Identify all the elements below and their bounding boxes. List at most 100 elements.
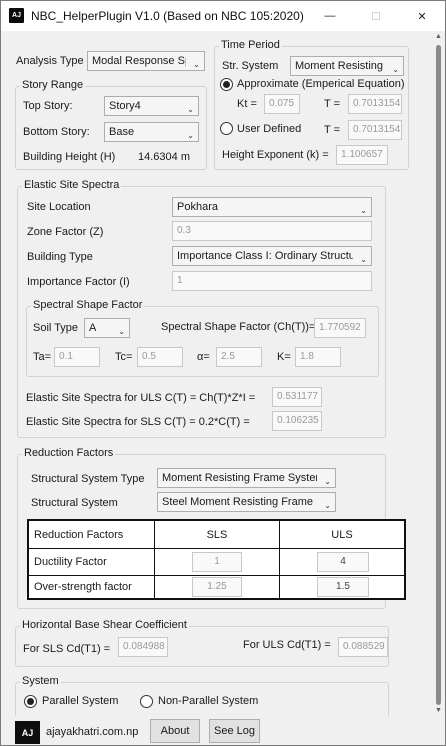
uls-spectra-field[interactable]: 0.531177: [272, 387, 322, 407]
building-height-label: Building Height (H): [23, 151, 116, 163]
user-defined-label: User Defined: [237, 123, 302, 135]
parallel-system-radio[interactable]: [24, 695, 37, 708]
kt-field[interactable]: 0.075: [264, 94, 300, 114]
analysis-type-dropdown[interactable]: Modal Response Sp ⌄: [87, 51, 205, 71]
uls-cd-field[interactable]: 0.088529: [338, 637, 388, 657]
scrollbar-thumb[interactable]: [436, 45, 441, 705]
importance-factor-field[interactable]: 1: [172, 271, 372, 291]
k-label: K=: [277, 351, 291, 363]
main-window: AJ NBC_HelperPlugin V1.0 (Based on NBC 1…: [0, 0, 446, 746]
zone-factor-field[interactable]: 0.3: [172, 221, 372, 241]
structural-system-type-label: Structural System Type: [31, 473, 145, 485]
author-website[interactable]: ajayakhatri.com.np: [46, 726, 138, 738]
non-parallel-system-label: Non-Parallel System: [158, 695, 259, 707]
table-row-label: Ductility Factor: [29, 549, 155, 576]
chevron-down-icon: ⌄: [187, 131, 194, 140]
top-story-label: Top Story:: [23, 100, 73, 112]
importance-factor-label: Importance Factor (I): [27, 276, 130, 288]
building-type-dropdown[interactable]: Importance Class I: Ordinary Structu ⌄: [172, 246, 372, 266]
bottom-story-dropdown[interactable]: Base ⌄: [104, 122, 199, 142]
height-exponent-label: Height Exponent (k) =: [222, 149, 329, 161]
t-field-user[interactable]: 0.7013154: [348, 120, 402, 140]
analysis-type-label: Analysis Type: [16, 55, 84, 67]
table-header-cell: Reduction Factors: [29, 521, 155, 549]
site-location-dropdown[interactable]: Pokhara ⌄: [172, 197, 372, 217]
kt-label: Kt =: [237, 98, 257, 110]
approximate-radio[interactable]: [220, 78, 233, 91]
reduction-factors-table: Reduction Factors SLS ULS Ductility Fact…: [27, 519, 406, 600]
chevron-down-icon: ⌄: [360, 255, 367, 264]
table-row: 1.5: [280, 576, 404, 598]
title-bar: AJ NBC_HelperPlugin V1.0 (Based on NBC 1…: [1, 1, 445, 31]
chevron-down-icon: ⌄: [193, 60, 200, 69]
about-button[interactable]: About: [150, 719, 200, 743]
ductility-sls-field[interactable]: 1: [192, 552, 242, 572]
height-exponent-field[interactable]: 1.100657: [336, 145, 388, 165]
sls-cd-label: For SLS Cd(T1) =: [23, 643, 111, 655]
sls-spectra-label: Elastic Site Spectra for SLS C(T) = 0.2*…: [26, 416, 250, 428]
uls-cd-label: For ULS Cd(T1) =: [243, 639, 331, 651]
approximate-label: Approximate (Emperical Equation): [237, 78, 405, 90]
ta-field[interactable]: 0.1: [54, 347, 100, 367]
sls-spectra-field[interactable]: 0.106235: [272, 411, 322, 431]
structural-system-type-dropdown[interactable]: Moment Resisting Frame Syster ⌄: [157, 468, 336, 488]
table-row: 4: [280, 549, 404, 576]
minimize-button[interactable]: —: [307, 1, 353, 31]
soil-type-label: Soil Type: [33, 322, 79, 334]
overstrength-uls-field[interactable]: 1.5: [317, 577, 369, 597]
spectral-shape-factor-title: Spectral Shape Factor: [31, 299, 145, 311]
author-logo: AJ: [15, 721, 40, 744]
alpha-label: α=: [197, 351, 210, 363]
user-defined-radio[interactable]: [220, 122, 233, 135]
maximize-button[interactable]: ☐: [353, 1, 399, 31]
see-log-button[interactable]: See Log: [209, 719, 260, 743]
t-field-approx[interactable]: 0.7013154: [348, 94, 402, 114]
soil-type-dropdown[interactable]: A ⌄: [84, 318, 130, 338]
structural-system-dropdown[interactable]: Steel Moment Resisting Frame ⌄: [157, 492, 336, 512]
chevron-down-icon: ⌄: [392, 65, 399, 74]
non-parallel-system-radio[interactable]: [140, 695, 153, 708]
ductility-uls-field[interactable]: 4: [317, 552, 369, 572]
spectral-shape-factor-field[interactable]: 1.770592: [314, 318, 366, 338]
building-type-label: Building Type: [27, 251, 93, 263]
tc-field[interactable]: 0.5: [137, 347, 183, 367]
parallel-system-label: Parallel System: [42, 695, 119, 707]
chevron-down-icon: ⌄: [360, 206, 367, 215]
table-header-cell: SLS: [155, 521, 280, 549]
k-field[interactable]: 1.8: [295, 347, 341, 367]
alpha-field[interactable]: 2.5: [216, 347, 262, 367]
chevron-down-icon: ⌄: [324, 477, 331, 486]
site-location-label: Site Location: [27, 201, 91, 213]
vertical-scrollbar[interactable]: ▲ ▼: [433, 31, 445, 716]
app-icon: AJ: [9, 8, 24, 23]
structural-system-label: Structural System: [31, 497, 118, 509]
time-period-title: Time Period: [219, 39, 282, 51]
table-row: 1.25: [155, 576, 280, 598]
story-range-title: Story Range: [20, 79, 86, 91]
t-label-user: T =: [324, 124, 341, 136]
zone-factor-label: Zone Factor (Z): [27, 226, 104, 238]
close-button[interactable]: ✕: [399, 1, 445, 31]
str-system-dropdown[interactable]: Moment Resisting C ⌄: [290, 56, 404, 76]
footer-bar: AJ ajayakhatri.com.np About See Log: [1, 716, 445, 745]
t-label-approx: T =: [324, 98, 341, 110]
table-header-cell: ULS: [280, 521, 404, 549]
scroll-up-icon[interactable]: ▲: [435, 33, 442, 40]
chevron-down-icon: ⌄: [324, 501, 331, 510]
str-system-label: Str. System: [222, 60, 279, 72]
overstrength-sls-field[interactable]: 1.25: [192, 577, 242, 597]
ta-label: Ta=: [33, 351, 52, 363]
tc-label: Tc=: [115, 351, 133, 363]
sls-cd-field[interactable]: 0.084988: [118, 637, 168, 657]
top-story-dropdown[interactable]: Story4 ⌄: [104, 96, 199, 116]
system-title: System: [20, 675, 61, 687]
spectral-shape-factor-label: Spectral Shape Factor (Ch(T))=: [161, 321, 316, 333]
bottom-story-label: Bottom Story:: [23, 126, 90, 138]
elastic-site-spectra-title: Elastic Site Spectra: [22, 179, 122, 191]
base-shear-title: Horizontal Base Shear Coefficient: [20, 619, 189, 631]
chevron-down-icon: ⌄: [118, 327, 125, 336]
reduction-factors-title: Reduction Factors: [22, 447, 116, 459]
table-row: 1: [155, 549, 280, 576]
scroll-down-icon[interactable]: ▼: [435, 707, 442, 714]
uls-spectra-label: Elastic Site Spectra for ULS C(T) = Ch(T…: [26, 392, 256, 404]
